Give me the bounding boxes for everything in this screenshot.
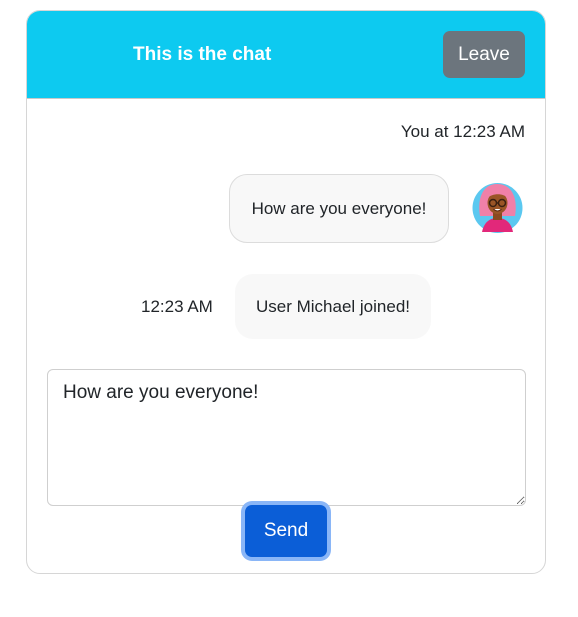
chat-card: This is the chat Leave You at 12:23 AM H… (26, 10, 546, 574)
system-message-bubble: User Michael joined! (235, 274, 431, 339)
message-input[interactable]: How are you everyone! (47, 369, 526, 506)
message-sender-meta: You at 12:23 AM (400, 122, 525, 141)
chat-header: This is the chat Leave (27, 11, 545, 99)
chat-title: This is the chat (133, 44, 272, 65)
user-avatar-icon (472, 183, 523, 233)
leave-button[interactable]: Leave (443, 31, 525, 78)
message-time: 12:23 AM (141, 297, 213, 316)
message-bubble-own: How are you everyone! (229, 174, 449, 243)
send-button[interactable]: Send (245, 505, 327, 557)
